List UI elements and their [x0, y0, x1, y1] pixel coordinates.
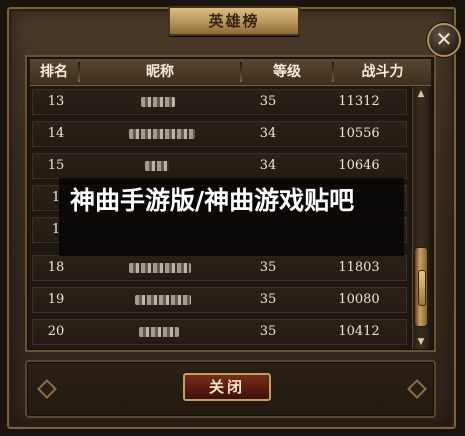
rank-cell: 13	[47, 94, 65, 109]
header-rank: 排名	[40, 64, 68, 80]
level-cell: 35	[259, 260, 277, 275]
scroll-up-icon[interactable]: ▲	[413, 87, 429, 101]
table-row[interactable]: 20 35 10412	[32, 319, 407, 345]
scroll-thumb[interactable]	[414, 247, 428, 327]
table-header: 排名 昵称 等级 战斗力	[30, 59, 431, 86]
blurred-nickname	[135, 295, 191, 305]
level-cell: 35	[259, 292, 277, 307]
table-row[interactable]: 18 35 11803	[32, 255, 407, 281]
blurred-nickname	[139, 327, 179, 337]
level-cell: 35	[259, 94, 277, 109]
table-row[interactable]: 19 35 10080	[32, 287, 407, 313]
power-cell: 10080	[338, 292, 380, 307]
scroll-grip	[418, 270, 426, 306]
rank-cell: 19	[47, 292, 65, 307]
power-cell: 11312	[338, 94, 380, 109]
rank-cell: 18	[47, 260, 65, 275]
rank-cell: 15	[47, 158, 65, 173]
rank-cell: 14	[47, 126, 65, 141]
rank-cell: 20	[47, 324, 65, 339]
header-level: 等级	[273, 64, 301, 80]
blurred-nickname	[129, 129, 195, 139]
level-cell: 34	[259, 158, 277, 173]
watermark-text: 神曲手游版/神曲游戏贴吧	[70, 186, 355, 215]
blurred-nickname	[141, 97, 175, 107]
scroll-down-icon[interactable]: ▼	[413, 335, 429, 349]
power-cell: 10646	[338, 158, 380, 173]
blurred-nickname	[145, 161, 169, 171]
table-row[interactable]: 15 34 10646	[32, 153, 407, 179]
power-cell: 10412	[338, 324, 380, 339]
window-title: 英雄榜	[168, 6, 300, 36]
close-button[interactable]: 关闭	[183, 373, 271, 401]
header-name: 昵称	[146, 64, 174, 80]
level-cell: 35	[259, 324, 277, 339]
level-cell: 34	[259, 126, 277, 141]
close-icon[interactable]: ✕	[427, 23, 461, 57]
blurred-nickname	[129, 263, 191, 273]
table-row[interactable]: 13 35 11312	[32, 89, 407, 115]
table-row[interactable]: 14 34 10556	[32, 121, 407, 147]
power-cell: 10556	[338, 126, 380, 141]
power-cell: 11803	[338, 260, 380, 275]
header-power: 战斗力	[361, 64, 404, 80]
scrollbar[interactable]: ▲ ▼	[412, 87, 429, 349]
